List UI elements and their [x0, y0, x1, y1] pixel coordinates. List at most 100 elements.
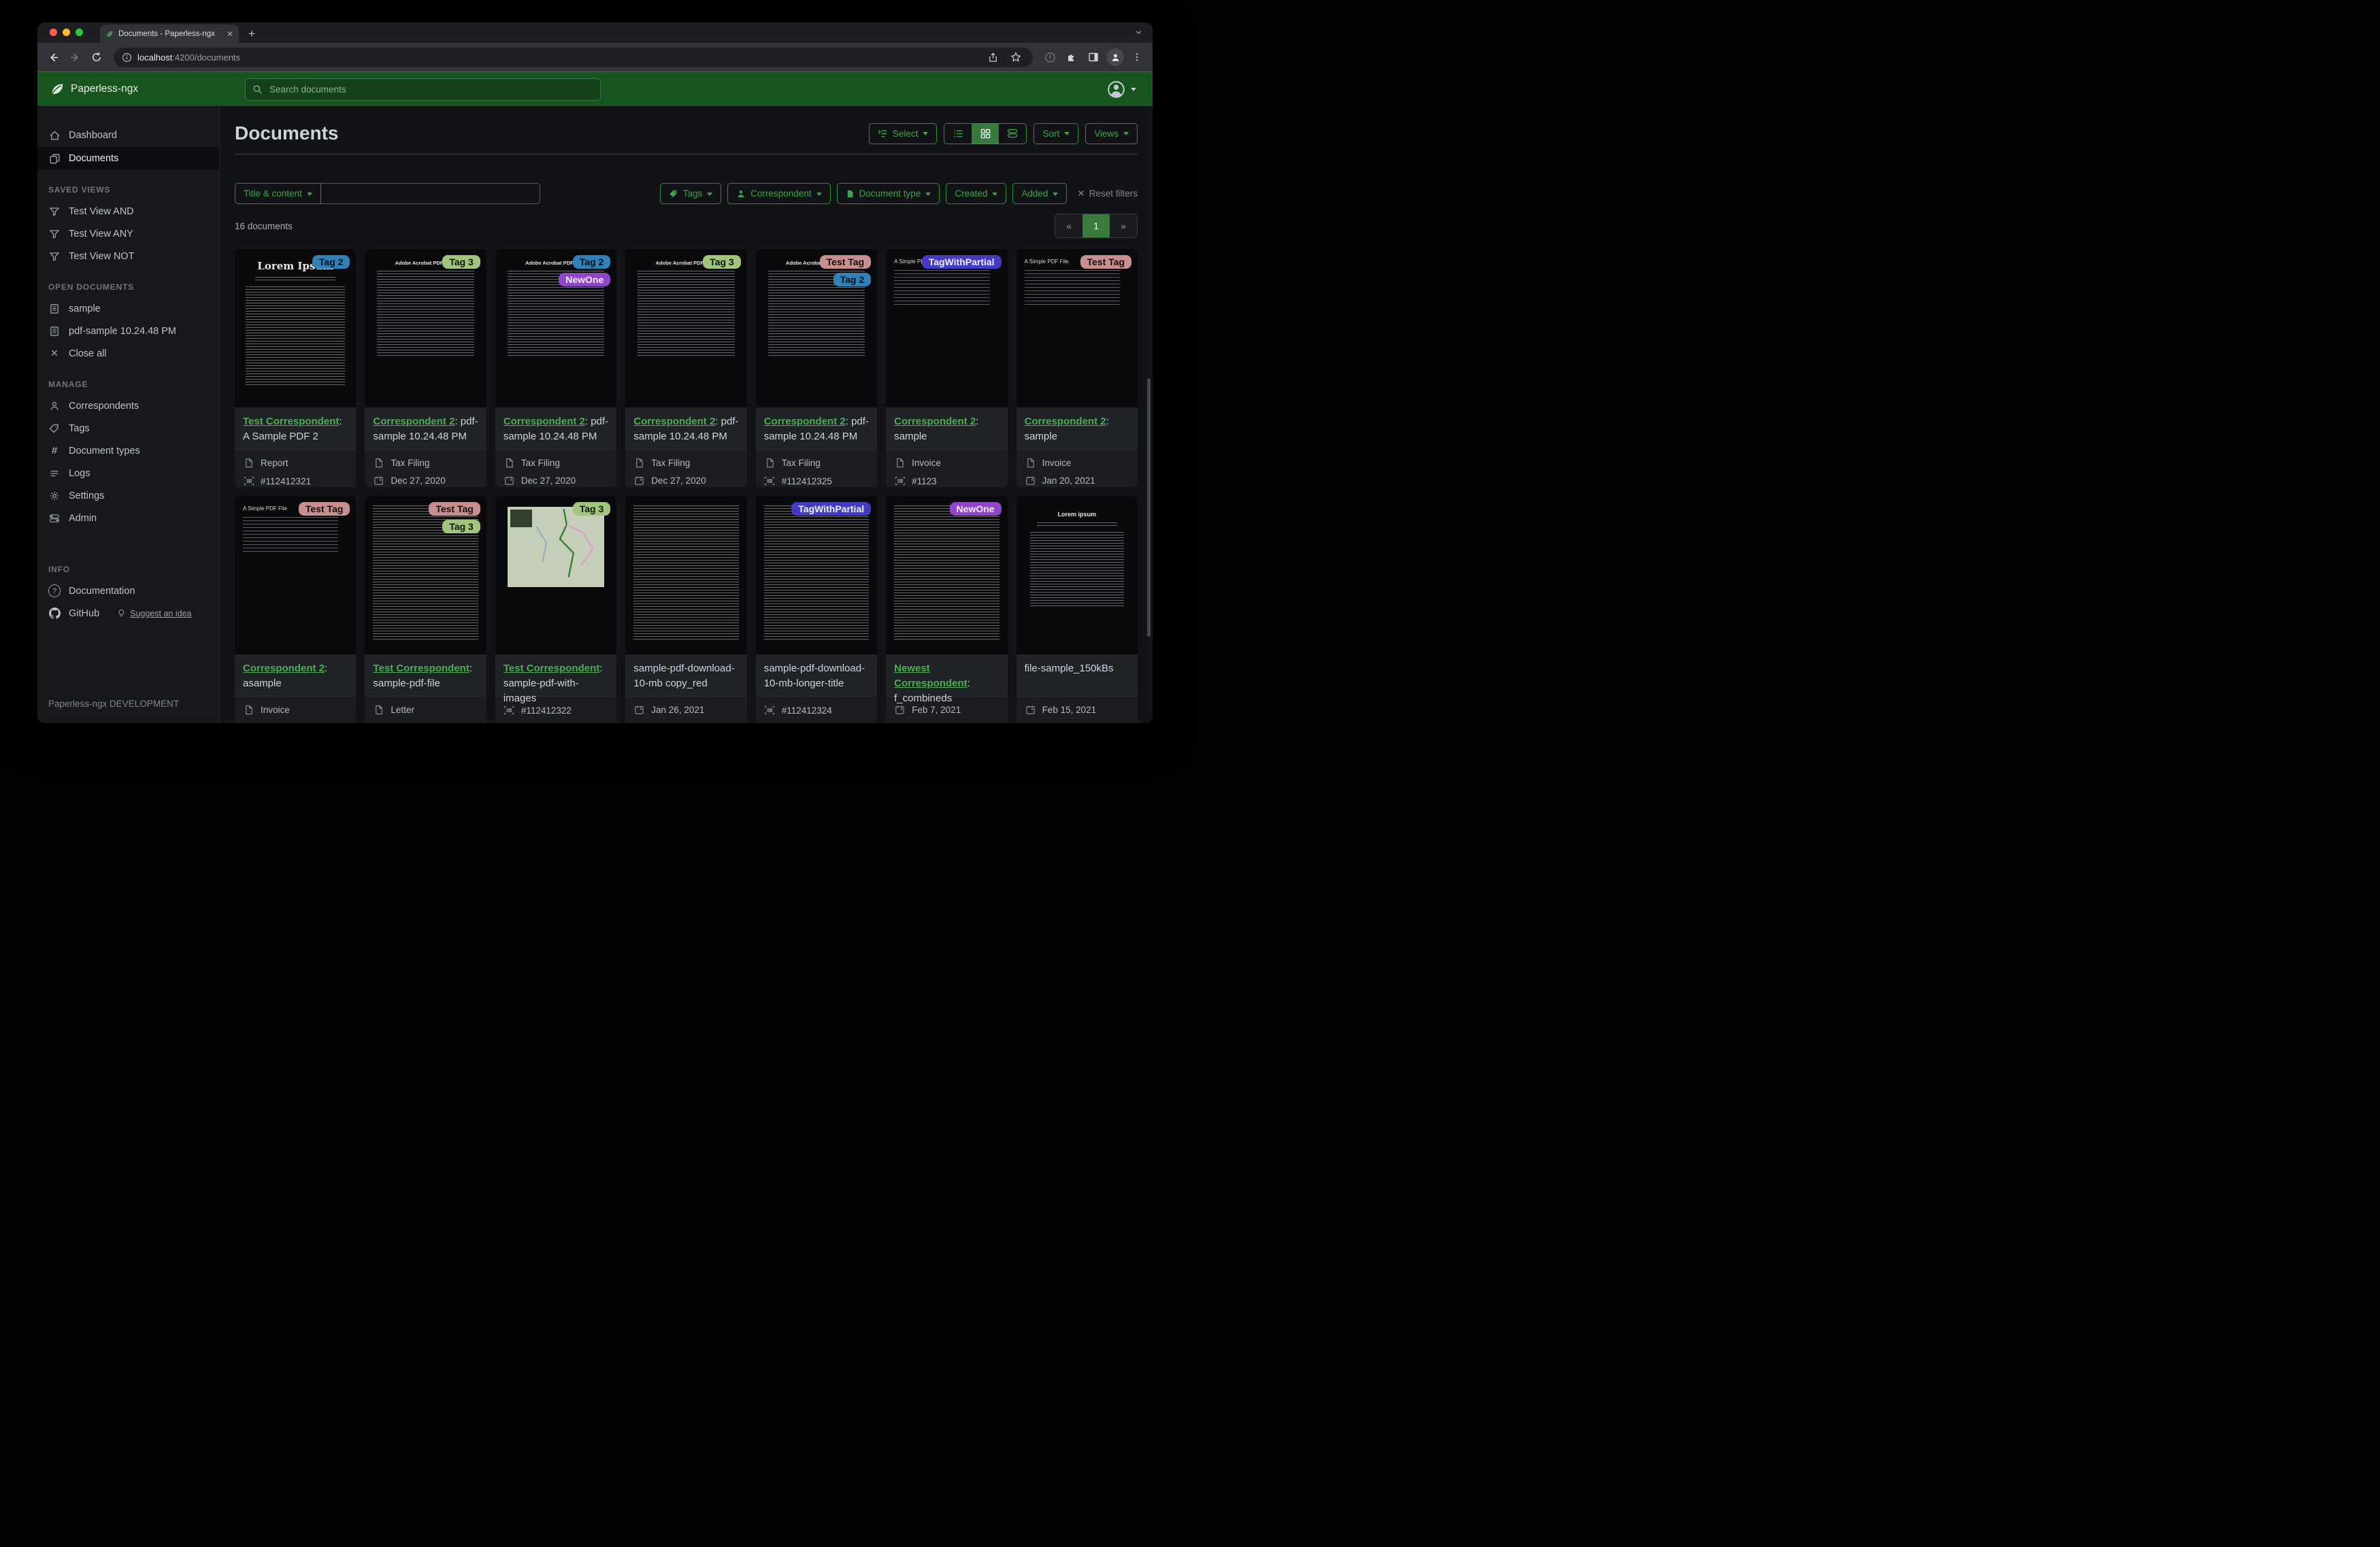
- sidebar-item-admin[interactable]: Admin: [37, 507, 219, 529]
- tag-badge[interactable]: Tag 2: [833, 273, 872, 286]
- select-button[interactable]: Select: [868, 122, 938, 144]
- zoom-window-button[interactable]: [76, 29, 83, 36]
- title-content-filter-input[interactable]: [320, 183, 540, 204]
- correspondent-link[interactable]: Correspondent 2: [894, 416, 976, 427]
- url-bar[interactable]: localhost:4200/documents: [114, 47, 1033, 67]
- tag-badge[interactable]: Test Tag: [819, 255, 872, 269]
- side-panel-icon[interactable]: [1085, 48, 1102, 66]
- document-thumbnail[interactable]: A Simple PDF File TagWithPartial: [886, 249, 1008, 407]
- sidebar-item-documentation[interactable]: ? Documentation: [37, 580, 219, 602]
- scrollbar-thumb[interactable]: [1147, 378, 1151, 637]
- correspondent-link[interactable]: Test Correspondent: [243, 416, 339, 427]
- added-filter-button[interactable]: Added: [1012, 183, 1068, 204]
- document-thumbnail[interactable]: A Simple PDF File Test Tag: [1016, 249, 1138, 407]
- new-tab-button[interactable]: +: [248, 24, 255, 43]
- document-thumbnail[interactable]: TagWithPartial: [755, 496, 878, 654]
- title-content-dropdown[interactable]: Title & content: [235, 183, 321, 204]
- extension-badge-icon[interactable]: [1041, 48, 1059, 66]
- correspondent-link[interactable]: Test Correspondent: [503, 663, 599, 674]
- reload-icon[interactable]: [88, 48, 105, 66]
- sidebar-item-open-doc-pdf-sample[interactable]: pdf-sample 10.24.48 PM: [37, 320, 219, 342]
- tag-badge[interactable]: Tag 2: [312, 255, 350, 269]
- correspondent-link[interactable]: Correspondent 2: [373, 416, 454, 427]
- document-thumbnail[interactable]: Tag 3: [495, 496, 617, 654]
- extensions-puzzle-icon[interactable]: [1063, 48, 1080, 66]
- document-thumbnail[interactable]: Lorem Ipsum Tag 2: [235, 249, 357, 407]
- document-thumbnail[interactable]: Adobe Acrobat PDF Files Test Tag Tag 2: [755, 249, 878, 407]
- browser-tab[interactable]: Documents - Paperless-ngx ✕: [100, 24, 239, 43]
- document-thumbnail[interactable]: Adobe Acrobat PDF Files Tag 3: [365, 249, 486, 407]
- document-thumbnail[interactable]: Adobe Acrobat PDF Files Tag 3: [625, 249, 747, 407]
- search-input[interactable]: [268, 83, 593, 95]
- correspondent-link[interactable]: Newest Correspondent: [894, 663, 968, 689]
- detail-view-button[interactable]: [999, 124, 1026, 144]
- document-thumbnail[interactable]: NewOne: [886, 496, 1008, 654]
- document-thumbnail[interactable]: Adobe Acrobat PDF Files Tag 2 NewOne: [495, 249, 617, 407]
- document-type-filter-button[interactable]: Document type: [836, 183, 940, 204]
- created-filter-button[interactable]: Created: [946, 183, 1007, 204]
- grid-view-button[interactable]: [972, 123, 999, 144]
- correspondent-filter-button[interactable]: Correspondent: [727, 183, 831, 204]
- document-thumbnail[interactable]: [625, 496, 747, 654]
- forward-icon[interactable]: [66, 48, 84, 66]
- list-view-button[interactable]: [944, 124, 972, 144]
- tag-badge[interactable]: Tag 3: [572, 502, 611, 516]
- tag-badge[interactable]: NewOne: [949, 502, 1002, 516]
- traffic-lights[interactable]: [50, 29, 83, 36]
- reset-filters-button[interactable]: ✕ Reset filters: [1077, 188, 1138, 199]
- document-meta: Jan 26, 2021: [625, 697, 746, 723]
- page-current[interactable]: 1: [1082, 214, 1110, 237]
- tag-badge[interactable]: Tag 3: [703, 255, 741, 269]
- sidebar-item-correspondents[interactable]: Correspondents: [37, 395, 219, 417]
- browser-profile-avatar[interactable]: [1106, 48, 1124, 66]
- tag-badge[interactable]: Test Tag: [429, 502, 480, 516]
- minimize-window-button[interactable]: [63, 29, 70, 36]
- tag-badge[interactable]: TagWithPartial: [921, 255, 1002, 269]
- tags-filter-button[interactable]: Tags: [659, 183, 722, 204]
- global-search[interactable]: [245, 78, 601, 101]
- user-menu[interactable]: [1107, 80, 1136, 99]
- document-thumbnail[interactable]: Test Tag Tag 3: [365, 496, 486, 654]
- page-prev-button[interactable]: «: [1055, 214, 1082, 237]
- correspondent-link[interactable]: Correspondent 2: [764, 416, 846, 427]
- sidebar-item-documents[interactable]: Documents: [37, 147, 219, 170]
- app-brand[interactable]: Paperless-ngx: [37, 82, 138, 97]
- sidebar-item-dashboard[interactable]: Dashboard: [37, 124, 219, 147]
- sidebar-item-github[interactable]: GitHub: [69, 608, 99, 619]
- close-window-button[interactable]: [50, 29, 57, 36]
- back-icon[interactable]: [44, 48, 62, 66]
- correspondent-link[interactable]: Correspondent 2: [633, 416, 715, 427]
- document-thumbnail[interactable]: Lorem ipsum: [1016, 496, 1138, 654]
- bookmark-star-icon[interactable]: [1007, 48, 1025, 66]
- page-next-button[interactable]: »: [1110, 214, 1137, 237]
- tab-close-icon[interactable]: ✕: [227, 29, 233, 39]
- suggest-an-idea-link[interactable]: Suggest an idea: [117, 609, 192, 618]
- sidebar-item-test-view-not[interactable]: Test View NOT: [37, 245, 219, 267]
- tag-badge[interactable]: Test Tag: [298, 502, 350, 516]
- sidebar-item-settings[interactable]: Settings: [37, 484, 219, 507]
- sidebar-item-test-view-any[interactable]: Test View ANY: [37, 222, 219, 245]
- sidebar-item-close-all[interactable]: ✕ Close all: [37, 342, 219, 365]
- sidebar-item-open-doc-sample[interactable]: sample: [37, 297, 219, 320]
- tag-badge[interactable]: Tag 3: [442, 255, 480, 269]
- sort-button[interactable]: Sort: [1034, 122, 1079, 144]
- sidebar-item-document-types[interactable]: # Document types: [37, 439, 219, 462]
- tab-overview-chevron-icon[interactable]: [1134, 28, 1143, 37]
- tag-badge[interactable]: Tag 3: [442, 520, 480, 533]
- correspondent-link[interactable]: Correspondent 2: [243, 663, 325, 674]
- views-button[interactable]: Views: [1085, 122, 1138, 144]
- tag-badge[interactable]: Tag 2: [572, 255, 611, 269]
- tag-badge[interactable]: NewOne: [559, 273, 611, 286]
- document-thumbnail[interactable]: A Simple PDF File Test Tag: [235, 496, 357, 654]
- sidebar-item-test-view-and[interactable]: Test View AND: [37, 200, 219, 222]
- tag-badge[interactable]: TagWithPartial: [791, 502, 872, 516]
- sidebar-item-tags[interactable]: Tags: [37, 417, 219, 439]
- sidebar-item-logs[interactable]: Logs: [37, 462, 219, 484]
- correspondent-link[interactable]: Correspondent 2: [503, 416, 585, 427]
- site-info-icon[interactable]: [122, 52, 132, 63]
- correspondent-link[interactable]: Test Correspondent: [373, 663, 469, 674]
- browser-menu-kebab-icon[interactable]: [1128, 48, 1146, 66]
- correspondent-link[interactable]: Correspondent 2: [1025, 416, 1106, 427]
- share-icon[interactable]: [984, 48, 1002, 66]
- tag-badge[interactable]: Test Tag: [1080, 255, 1131, 269]
